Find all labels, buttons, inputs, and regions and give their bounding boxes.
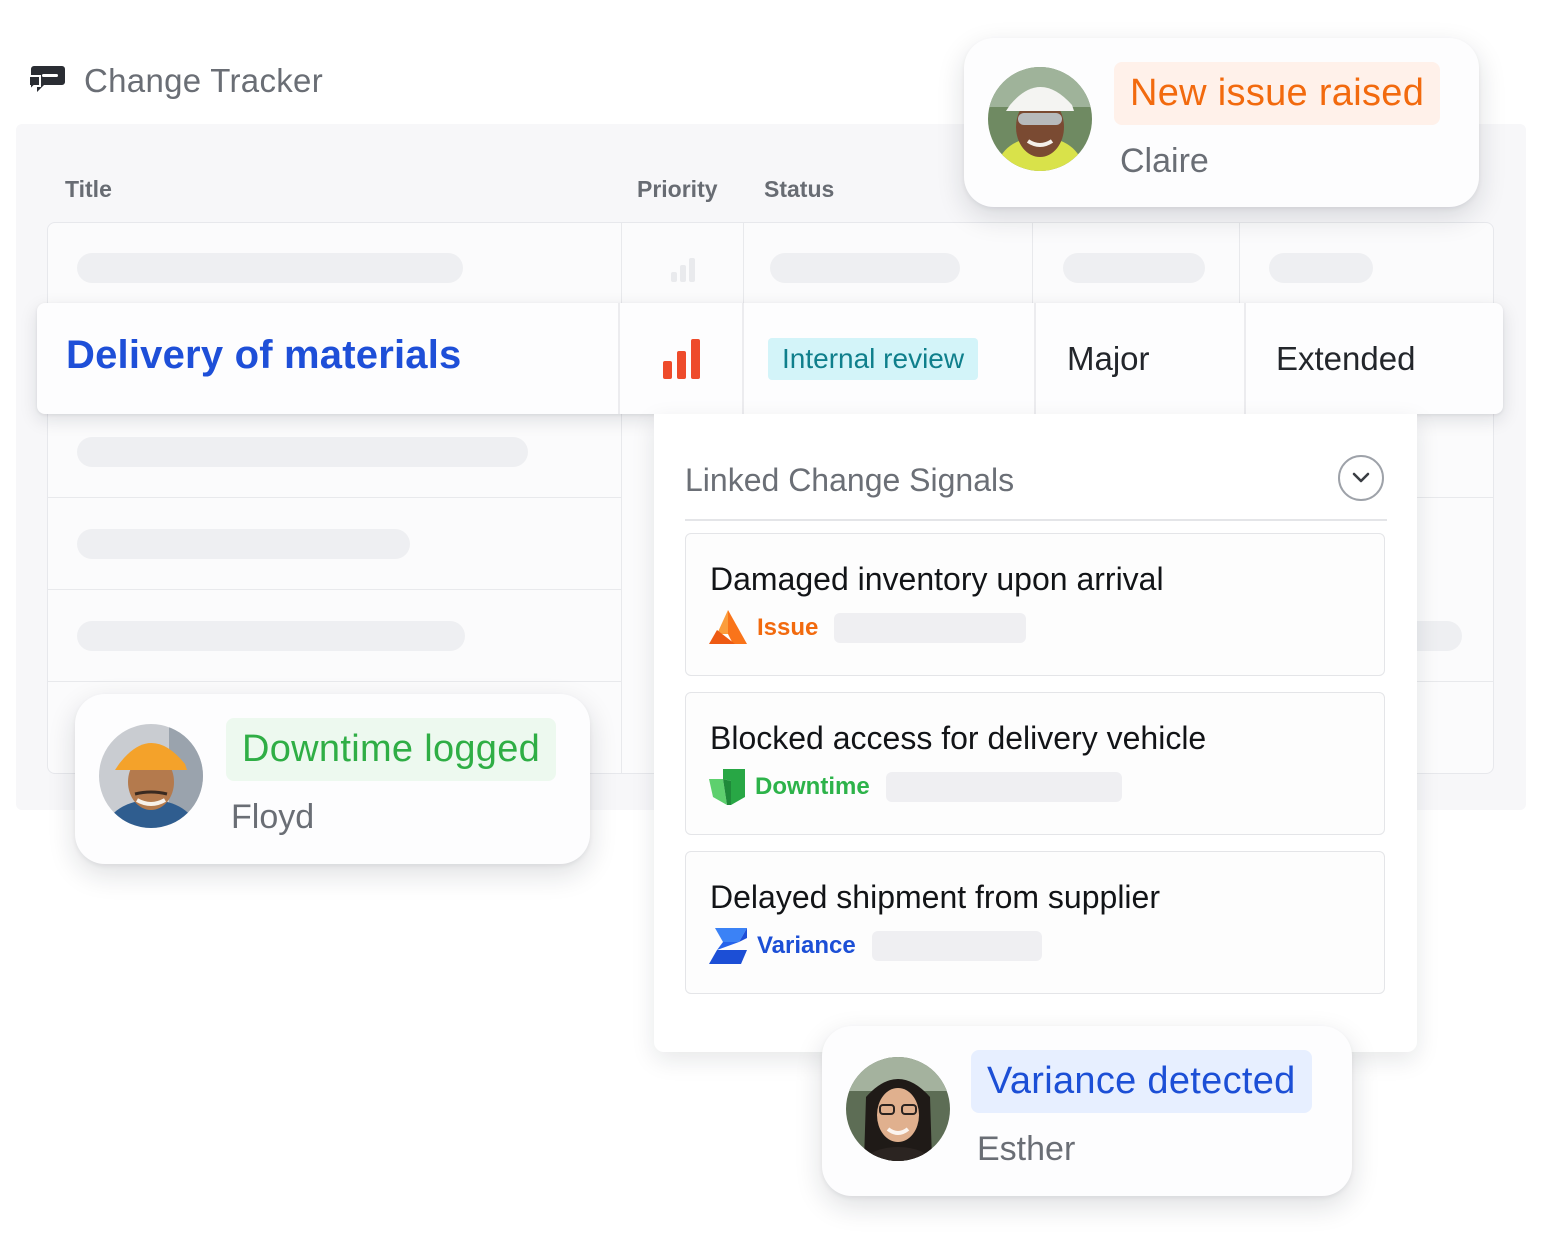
placeholder-bar (1063, 253, 1205, 283)
signal-title: Blocked access for delivery vehicle (710, 720, 1207, 756)
issue-icon (709, 610, 747, 644)
placeholder-bar (77, 253, 463, 283)
app-header: Change Tracker (28, 62, 323, 100)
notification-label: New issue raised (1114, 62, 1441, 125)
signal-card[interactable]: Damaged inventory upon arrival Issue (685, 533, 1385, 676)
avatar (99, 724, 203, 828)
featured-table-row[interactable]: Delivery of materials Internal review Ma… (37, 303, 1503, 414)
signal-tag-label: Issue (757, 614, 819, 641)
column-header-title[interactable]: Title (65, 176, 112, 203)
signal-tag-label: Downtime (755, 773, 870, 800)
chevron-down-icon (1352, 472, 1370, 483)
notification-card-variance[interactable]: Variance detected Esther (822, 1026, 1352, 1196)
schedule-cell: Extended (1276, 340, 1416, 377)
signal-tag: Issue (709, 610, 1027, 646)
row-title-link[interactable]: Delivery of materials (66, 333, 462, 378)
row-divider (1415, 497, 1493, 498)
cell-divider (1244, 303, 1246, 414)
placeholder-bar (77, 621, 465, 651)
notification-label: Variance detected (971, 1050, 1312, 1113)
signal-tag: Downtime (709, 769, 1122, 805)
impact-cell: Major (1067, 340, 1150, 377)
downtime-icon (709, 769, 745, 805)
variance-icon (709, 928, 747, 964)
placeholder-bar (885, 772, 1122, 802)
placeholder-bar (77, 437, 528, 467)
placeholder-bar (834, 613, 1027, 643)
row-divider (1415, 681, 1493, 682)
signal-title: Damaged inventory upon arrival (710, 561, 1164, 597)
app-title: Change Tracker (84, 62, 323, 99)
signals-heading: Linked Change Signals (685, 462, 1015, 498)
row-divider (48, 589, 622, 590)
column-divider (743, 223, 744, 303)
collapse-toggle-button[interactable] (1338, 455, 1384, 501)
priority-high-bars-icon (663, 339, 700, 379)
column-divider (1239, 223, 1240, 303)
signals-divider (685, 519, 1387, 521)
signal-card[interactable]: Blocked access for delivery vehicle Down… (685, 692, 1385, 835)
placeholder-bar (77, 529, 410, 559)
placeholder-bar (770, 253, 960, 283)
column-divider (1032, 223, 1033, 303)
row-divider (48, 681, 622, 682)
notification-card-downtime[interactable]: Downtime logged Floyd (75, 694, 590, 864)
column-header-priority[interactable]: Priority (637, 176, 718, 203)
chat-bubbles-icon (28, 66, 65, 93)
priority-low-icon (671, 258, 695, 282)
notification-user-name: Claire (1120, 142, 1209, 180)
column-header-status[interactable]: Status (764, 176, 834, 203)
signal-title: Delayed shipment from supplier (710, 879, 1160, 915)
cell-divider (742, 303, 744, 414)
signal-tag: Variance (709, 928, 1042, 964)
status-badge[interactable]: Internal review (768, 338, 979, 380)
notification-user-name: Floyd (231, 798, 315, 836)
cell-divider (618, 303, 620, 414)
cell-divider (1034, 303, 1036, 414)
placeholder-bar (1269, 253, 1373, 283)
notification-label: Downtime logged (226, 718, 557, 781)
placeholder-bar (871, 931, 1042, 961)
avatar (988, 67, 1092, 171)
notification-user-name: Esther (977, 1130, 1076, 1168)
row-divider (48, 497, 622, 498)
linked-signals-panel: Linked Change Signals Damaged inventory … (654, 414, 1417, 1052)
notification-card-issue[interactable]: New issue raised Claire (964, 38, 1479, 207)
avatar (846, 1057, 950, 1161)
signal-card[interactable]: Delayed shipment from supplier Variance (685, 851, 1385, 994)
signal-tag-label: Variance (757, 932, 856, 959)
